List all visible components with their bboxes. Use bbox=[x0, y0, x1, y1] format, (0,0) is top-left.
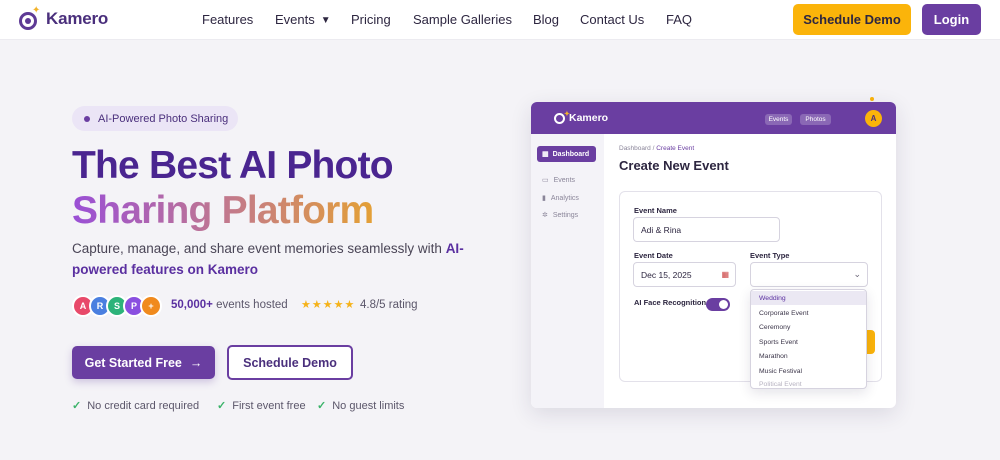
event-type-dropdown: Wedding Corporate Event Ceremony Sports … bbox=[750, 289, 867, 389]
get-started-label: Get Started Free bbox=[84, 355, 182, 370]
nav-link-blog[interactable]: Blog bbox=[533, 12, 559, 27]
avatar[interactable]: A bbox=[865, 110, 882, 127]
dropdown-option-ceremony[interactable]: Ceremony bbox=[751, 320, 866, 334]
nav-link-events[interactable]: Events ▼ bbox=[275, 12, 331, 27]
check-icon: ✓ bbox=[317, 400, 327, 412]
dropdown-option-political-event[interactable]: Political Event bbox=[751, 377, 866, 388]
hero-subtitle: Capture, manage, and share event memorie… bbox=[72, 238, 472, 280]
nav-link-events-label: Events bbox=[275, 12, 315, 27]
sidebar-item-analytics[interactable]: ▮ Analytics bbox=[542, 194, 579, 203]
login-button[interactable]: Login bbox=[922, 4, 981, 35]
breadcrumb: Dashboard / Create Event bbox=[619, 145, 694, 152]
nav-link-faq[interactable]: FAQ bbox=[666, 12, 692, 27]
check-icon: ✓ bbox=[72, 400, 82, 412]
sidebar-item-label: Analytics bbox=[550, 194, 579, 202]
event-type-select[interactable]: ⌄ bbox=[750, 262, 868, 287]
kamero-logo[interactable]: ✦ Kamero bbox=[18, 5, 109, 30]
gear-icon: ✲ bbox=[542, 212, 548, 219]
nav-link-sample-galleries[interactable]: Sample Galleries bbox=[413, 12, 512, 27]
check-label: First event free bbox=[232, 400, 306, 412]
events-stat: 50,000+ events hosted bbox=[171, 299, 288, 311]
events-count: 50,000+ bbox=[171, 299, 213, 311]
page-title: Create New Event bbox=[619, 158, 729, 173]
hero-subtitle-text: Capture, manage, and share event memorie… bbox=[72, 241, 446, 256]
dropdown-option-wedding[interactable]: Wedding bbox=[751, 291, 866, 305]
events-label: events hosted bbox=[216, 299, 288, 311]
hero-title-line2: Sharing Platform bbox=[72, 188, 393, 233]
sidebar-item-label: Settings bbox=[552, 211, 579, 219]
check-item: ✓ First event free bbox=[217, 399, 306, 412]
badge-dot-icon bbox=[84, 115, 90, 122]
decor-dot bbox=[870, 97, 874, 101]
event-name-label: Event Name bbox=[634, 206, 677, 215]
chevron-down-icon: ⌄ bbox=[853, 269, 861, 279]
mockup-tab-photos[interactable]: Photos bbox=[800, 114, 831, 125]
hero-badge: AI-Powered Photo Sharing bbox=[72, 106, 238, 131]
mockup-header: ✦ Kamero Events Photos A bbox=[531, 102, 896, 134]
avatar-more: + bbox=[140, 295, 162, 317]
badge-label: AI-Powered Photo Sharing bbox=[98, 112, 229, 125]
event-date-value: Dec 15, 2025 bbox=[641, 269, 692, 280]
rating-text: 4.8/5 rating bbox=[360, 299, 418, 311]
check-item: ✓ No credit card required bbox=[72, 399, 199, 412]
camera-lens-icon: ✦ bbox=[18, 5, 40, 30]
dropdown-option-music-festival[interactable]: Music Festival bbox=[751, 364, 866, 378]
camera-lens-icon: ✦ bbox=[554, 111, 570, 124]
face-recognition-toggle[interactable] bbox=[706, 298, 730, 311]
dropdown-option-marathon[interactable]: Marathon bbox=[751, 349, 866, 363]
event-type-label: Event Type bbox=[750, 251, 790, 260]
sidebar-item-events[interactable]: ▭ Events bbox=[542, 176, 576, 185]
grid-icon: ▦ bbox=[542, 151, 549, 158]
breadcrumb-current: Create Event bbox=[656, 145, 695, 152]
sidebar-item-settings[interactable]: ✲ Settings bbox=[542, 211, 579, 220]
mockup-brand: Kamero bbox=[569, 112, 609, 124]
check-label: No guest limits bbox=[332, 400, 405, 412]
schedule-demo-button[interactable]: Schedule Demo bbox=[793, 4, 911, 35]
hero-title-line1: The Best AI Photo bbox=[72, 144, 394, 187]
nav-link-features[interactable]: Features bbox=[202, 12, 253, 27]
sidebar-item-dashboard[interactable]: ▦ Dashboard bbox=[537, 146, 596, 162]
chevron-down-icon: ▼ bbox=[320, 15, 331, 26]
hero-title: The Best AI Photo Sharing Platform bbox=[72, 143, 394, 233]
sidebar-item-label: Events bbox=[553, 176, 576, 184]
top-nav: ✦ Kamero Features Events ▼ Pricing Sample… bbox=[0, 0, 1000, 40]
dropdown-option-sports-event[interactable]: Sports Event bbox=[751, 335, 866, 349]
dropdown-option-corporate-event[interactable]: Corporate Event bbox=[751, 306, 866, 320]
star-rating-icon: ★★★★★ bbox=[301, 299, 356, 311]
check-label: No credit card required bbox=[87, 400, 200, 412]
get-started-button[interactable]: Get Started Free → bbox=[72, 346, 215, 379]
mockup-logo: ✦ Kamero bbox=[554, 111, 609, 124]
sidebar-item-label: Dashboard bbox=[552, 150, 590, 158]
event-date-label: Event Date bbox=[634, 251, 673, 260]
brand-name: Kamero bbox=[46, 9, 109, 28]
bar-chart-icon: ▮ bbox=[542, 195, 546, 202]
nav-link-pricing[interactable]: Pricing bbox=[351, 12, 391, 27]
event-date-field[interactable]: Dec 15, 2025 ▦ bbox=[633, 262, 736, 287]
breadcrumb-root[interactable]: Dashboard / bbox=[619, 145, 654, 152]
face-recognition-label: AI Face Recognition bbox=[634, 298, 707, 307]
arrow-right-icon: → bbox=[189, 355, 203, 370]
calendar-icon: ▦ bbox=[721, 270, 729, 279]
check-item: ✓ No guest limits bbox=[317, 399, 404, 412]
event-name-field[interactable]: Adi & Rina bbox=[633, 217, 780, 242]
calendar-icon: ▭ bbox=[542, 177, 549, 184]
mockup-sidebar: ▦ Dashboard ▭ Events ▮ Analytics ✲ Settings bbox=[531, 134, 604, 408]
mockup-tab-events[interactable]: Events bbox=[765, 114, 792, 125]
nav-link-contact-us[interactable]: Contact Us bbox=[580, 12, 644, 27]
schedule-demo-secondary-button[interactable]: Schedule Demo bbox=[227, 345, 353, 380]
check-icon: ✓ bbox=[217, 400, 227, 412]
